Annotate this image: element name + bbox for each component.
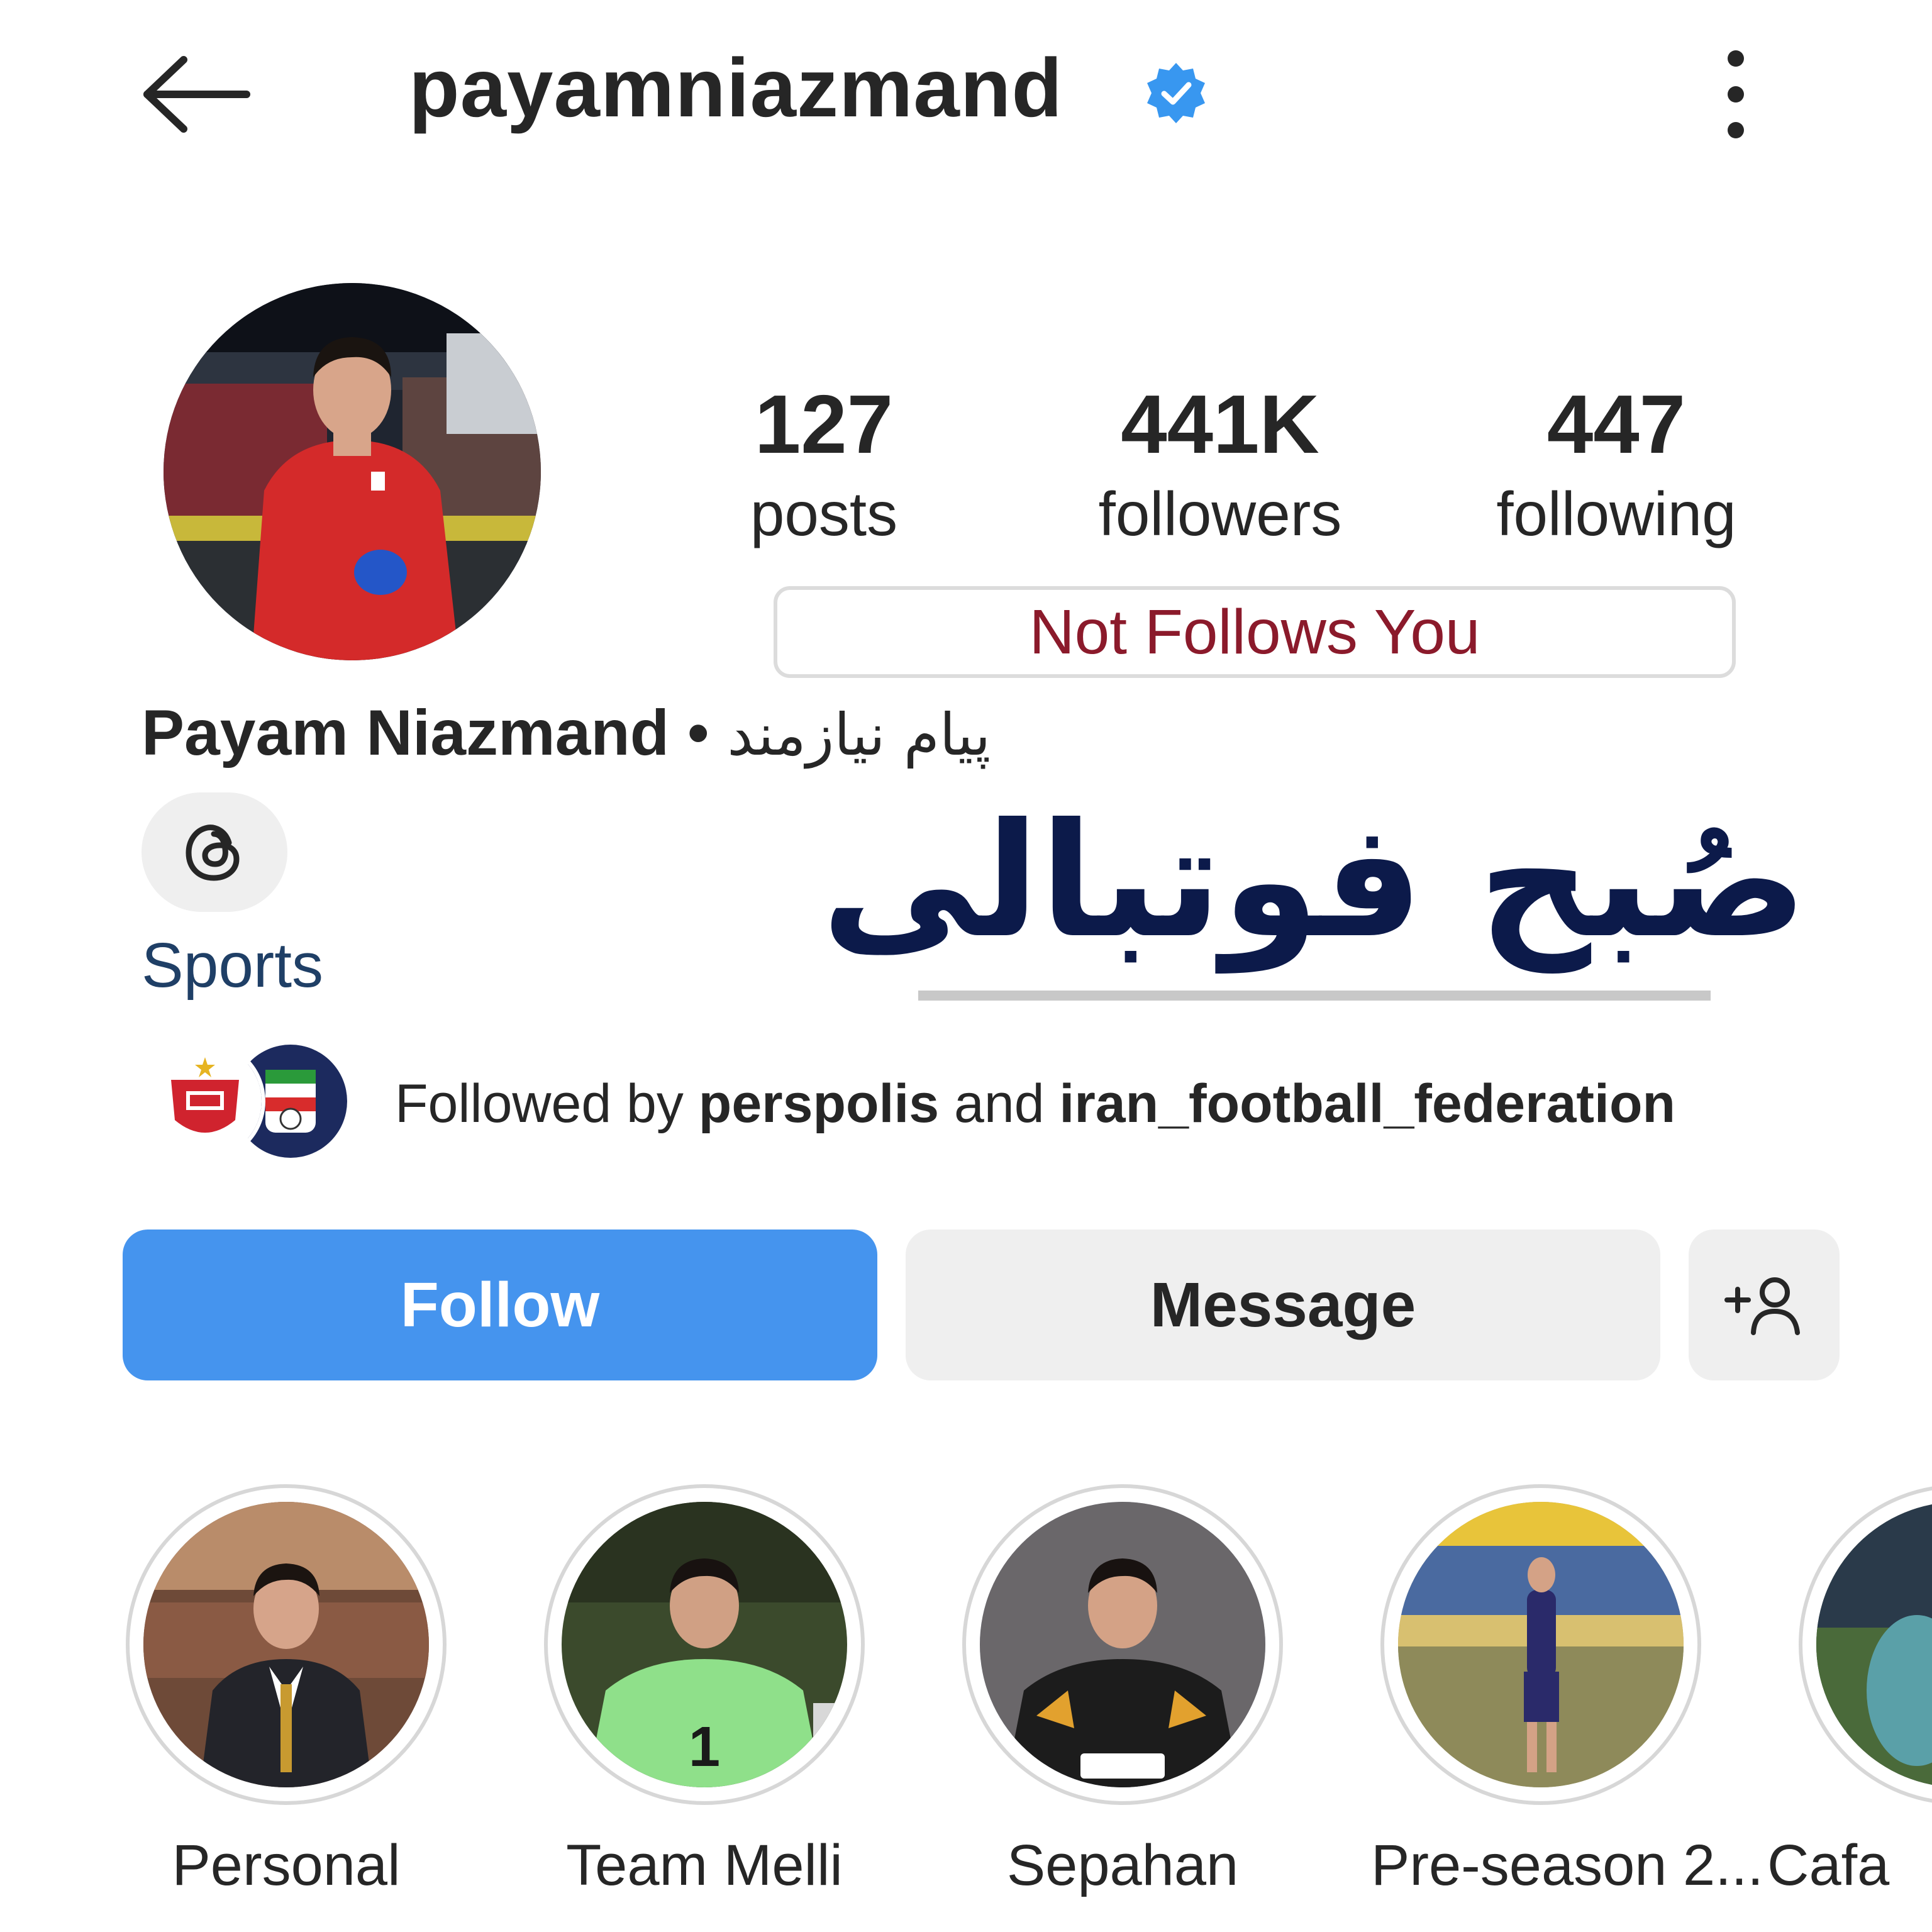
followed-by-and: and <box>939 1074 1060 1134</box>
follow-button[interactable]: Follow <box>123 1230 877 1380</box>
highlight-label: Sepahan <box>1006 1833 1239 1897</box>
profile-username: payamniazmand <box>409 42 1063 134</box>
verified-badge-icon <box>1147 63 1205 123</box>
mutual-follower-perspolis[interactable]: perspolis <box>699 1074 939 1134</box>
full-name-latin: Payam Niazmand <box>142 697 670 769</box>
threads-link-button[interactable] <box>142 792 287 912</box>
stat-label: following <box>1496 479 1736 548</box>
highlight-personal[interactable]: Personal <box>116 1484 456 1903</box>
highlight-cover <box>143 1502 429 1787</box>
highlight-cover: 1 <box>562 1502 847 1787</box>
profile-page: payamniazmand 127 posts 441K followers 4… <box>0 0 1932 1932</box>
suggested-users-button[interactable] <box>1689 1230 1840 1380</box>
profile-category: Sports <box>142 930 324 1001</box>
profile-avatar[interactable] <box>164 283 541 660</box>
more-options-button[interactable] <box>1717 50 1755 138</box>
more-vertical-icon <box>1728 50 1744 67</box>
relationship-badge: Not Follows You <box>774 586 1736 678</box>
highlight-cover <box>1398 1502 1684 1787</box>
highlight-cover <box>1816 1502 1932 1787</box>
followed-by-prefix: Followed by <box>395 1074 699 1134</box>
threads-icon <box>186 824 240 881</box>
back-button[interactable] <box>138 50 258 138</box>
highlight-label: Pre-season 2... <box>1371 1833 1763 1897</box>
back-arrow-icon <box>143 56 250 133</box>
highlight-cafa[interactable]: Cafa <box>1761 1484 1932 1903</box>
stat-value: 127 <box>754 378 894 470</box>
stat-label: followers <box>1098 479 1342 548</box>
followed-by-text[interactable]: Followed by perspolis and iran_football_… <box>395 1069 1675 1138</box>
stat-followers[interactable]: 441K followers <box>1063 377 1377 555</box>
add-user-icon <box>1724 1277 1800 1335</box>
stat-following[interactable]: 447 following <box>1459 377 1774 555</box>
stat-posts[interactable]: 127 posts <box>667 377 981 555</box>
stat-label: posts <box>750 479 898 548</box>
highlight-label: Cafa <box>1767 1833 1890 1897</box>
stat-value: 441K <box>1121 378 1319 470</box>
full-name-persian: پیام نیازمند <box>727 701 991 769</box>
svg-text:1: 1 <box>689 1716 720 1779</box>
highlight-cover <box>980 1502 1265 1787</box>
highlight-label: Team Melli <box>566 1833 843 1897</box>
watermark-underline <box>918 991 1711 1001</box>
message-button[interactable]: Message <box>906 1230 1660 1380</box>
highlight-label: Personal <box>172 1833 401 1897</box>
name-separator: • <box>687 697 710 769</box>
highlight-team-melli[interactable]: 1 Team Melli <box>535 1484 874 1903</box>
stat-value: 447 <box>1546 378 1686 470</box>
mutual-follower-iran-football-federation[interactable]: iran_football_federation <box>1059 1074 1675 1134</box>
profile-full-name: Payam Niazmand • پیام نیازمند <box>142 692 991 776</box>
watermark-logo: صُبح فوتبالی <box>821 789 1807 972</box>
highlight-sepahan[interactable]: Sepahan <box>953 1484 1292 1903</box>
profile-photo <box>164 283 541 660</box>
mutual-followers-avatars[interactable] <box>145 1041 358 1167</box>
avatar-perspolis <box>145 1041 265 1162</box>
highlight-pre-season[interactable]: Pre-season 2... <box>1371 1484 1763 1903</box>
